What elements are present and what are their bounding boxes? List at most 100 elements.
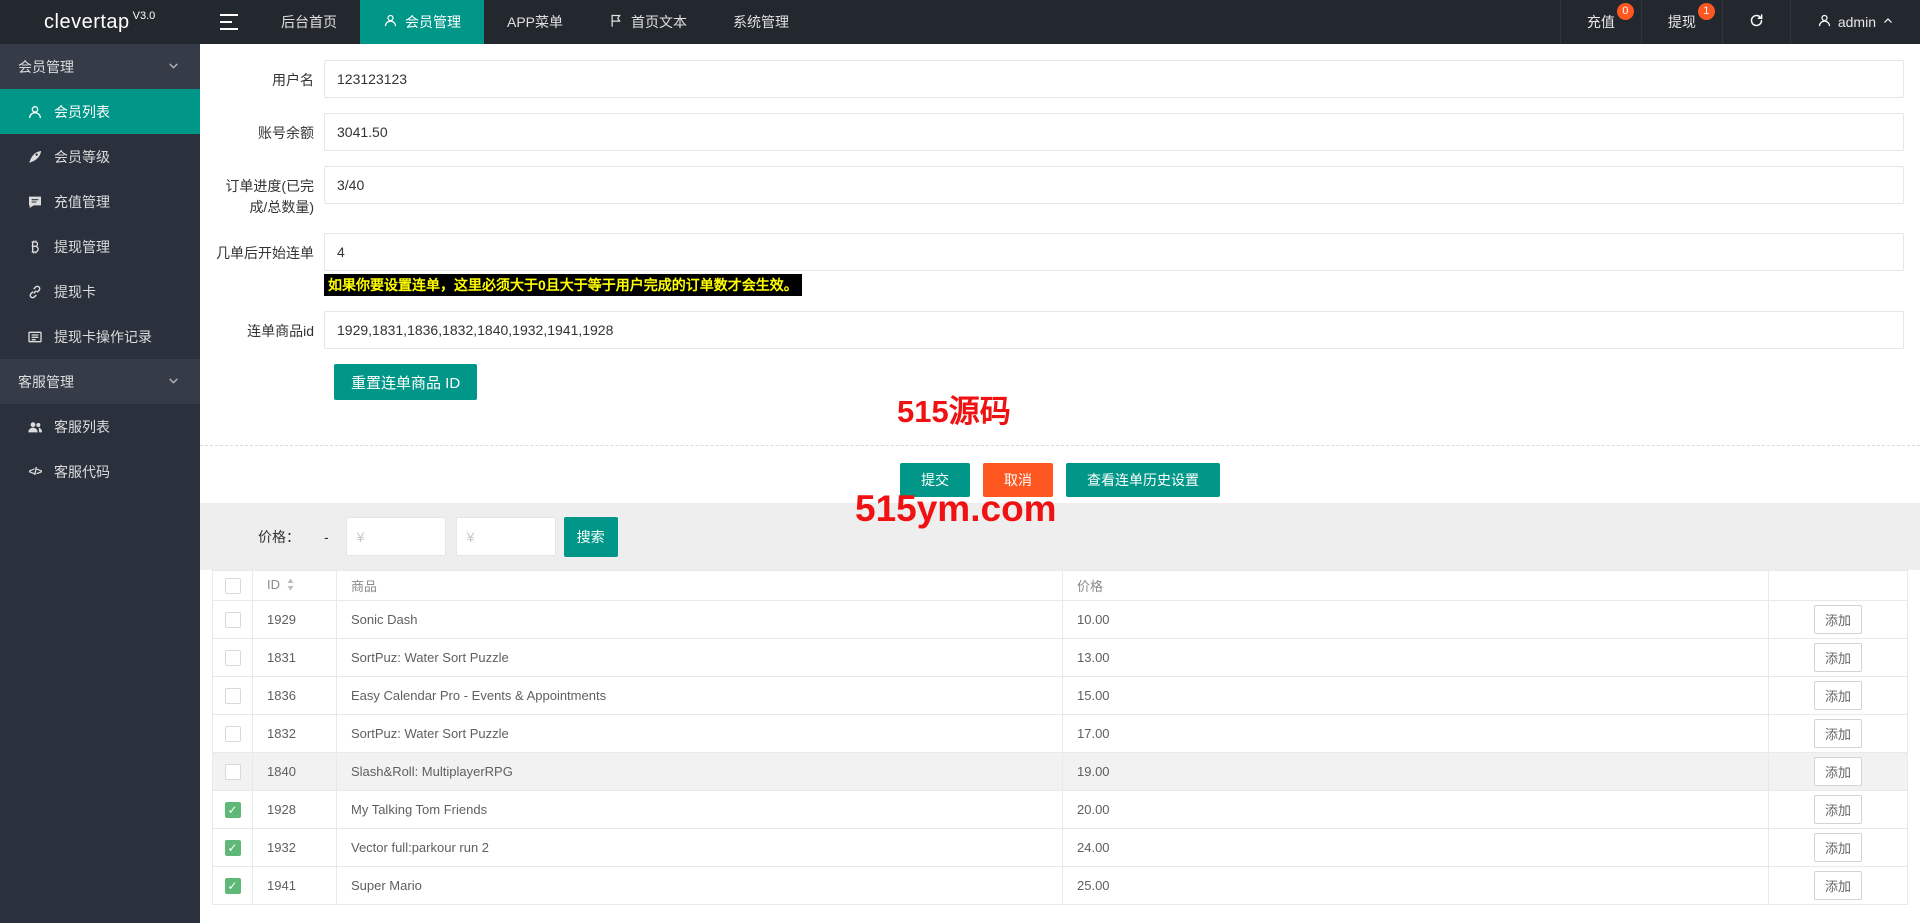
flag-icon [609, 13, 624, 31]
reset-product-ids-button[interactable]: 重置连单商品 ID [334, 364, 478, 400]
sidebar-item-2[interactable]: 会员等级 [0, 134, 200, 179]
sidebar-item-7[interactable]: 客服管理 [0, 359, 200, 404]
form-field-label: 账号余额 [258, 125, 314, 141]
user-menu[interactable]: admin [1789, 0, 1920, 44]
form-field-input[interactable] [324, 113, 1904, 151]
reset-row: 重置连单商品 ID [334, 364, 1904, 400]
link-icon [27, 284, 43, 300]
form-field-label: 用户名 [272, 72, 314, 88]
sidebar-item-5[interactable]: 提现卡 [0, 269, 200, 314]
col-header-id: ID [252, 570, 337, 601]
refresh-button[interactable] [1721, 0, 1790, 44]
nav-recharge[interactable]: 充值 0 [1559, 0, 1641, 44]
user-icon [27, 104, 43, 120]
chevron-down-icon [167, 59, 180, 75]
menu-toggle-icon[interactable] [200, 0, 258, 44]
sidebar-item-6[interactable]: 提现卡操作记录 [0, 314, 200, 359]
add-button[interactable]: 添加 [1813, 681, 1862, 710]
cell-price: 10.00 [1062, 600, 1769, 639]
col-header-action [1768, 570, 1908, 601]
cell-product: Sonic Dash [336, 600, 1063, 639]
table-row: 1932 Vector full:parkour run 2 24.00 添加 [212, 828, 1908, 867]
chevron-up-icon [1882, 14, 1894, 30]
nav-tab-1[interactable]: 会员管理 [360, 0, 484, 44]
add-button[interactable]: 添加 [1813, 833, 1862, 862]
app-logo: clevertap V3.0 [0, 0, 200, 44]
form-row: 用户名 [216, 60, 1904, 98]
add-button[interactable]: 添加 [1813, 871, 1862, 900]
goods-table: ID 商品 价格 1929 Sonic Dash 10.00 添加 1831 S… [212, 570, 1908, 905]
cell-price: 15.00 [1062, 676, 1769, 715]
logo-text: clevertap [44, 10, 130, 33]
cell-id: 1840 [252, 752, 337, 791]
recharge-badge: 0 [1616, 3, 1634, 20]
form-row: 几单后开始连单 如果你要设置连单，这里必须大于0且大于等于用户完成的订单数才会生… [216, 233, 1904, 296]
user-icon [1817, 13, 1832, 31]
table-row: 1941 Super Mario 25.00 添加 [212, 866, 1908, 905]
row-checkbox[interactable] [224, 687, 241, 704]
row-checkbox[interactable] [224, 649, 241, 666]
bitcoin-icon [27, 239, 43, 255]
row-checkbox[interactable] [224, 877, 241, 894]
nav-tab-4[interactable]: 系统管理 [710, 0, 812, 44]
cell-price: 19.00 [1062, 752, 1769, 791]
add-button[interactable]: 添加 [1813, 719, 1862, 748]
col-header-product: 商品 [336, 570, 1063, 601]
main-nav: 后台首页 会员管理 APP菜单 首页文本 系统管理 [258, 0, 812, 44]
main-content: 用户名 账号余额 订单进度(已完成/总数量) 几单后开始连单 如果你要设置连单，… [200, 44, 1920, 923]
cell-product: Slash&Roll: MultiplayerRPG [336, 752, 1063, 791]
member-edit-form: 用户名 账号余额 订单进度(已完成/总数量) 几单后开始连单 如果你要设置连单，… [200, 44, 1920, 400]
nav-recharge-label: 充值 [1586, 14, 1615, 30]
cell-price: 17.00 [1062, 714, 1769, 753]
add-button[interactable]: 添加 [1813, 757, 1862, 786]
table-row: 1831 SortPuz: Water Sort Puzzle 13.00 添加 [212, 638, 1908, 677]
search-button[interactable]: 搜索 [563, 516, 618, 557]
add-button[interactable]: 添加 [1813, 605, 1862, 634]
cell-product: Vector full:parkour run 2 [336, 828, 1063, 867]
rocket-icon [27, 149, 43, 165]
row-checkbox[interactable] [224, 725, 241, 742]
cancel-button[interactable]: 取消 [983, 463, 1053, 497]
submit-button[interactable]: 提交 [900, 463, 970, 497]
sidebar-item-0[interactable]: 会员管理 [0, 44, 200, 89]
sort-icon[interactable] [286, 577, 295, 595]
cell-product: Super Mario [336, 866, 1063, 905]
cell-id: 1932 [252, 828, 337, 867]
price-min-input[interactable] [345, 517, 446, 556]
user-icon [383, 13, 398, 31]
nav-withdraw[interactable]: 提现 1 [1640, 0, 1722, 44]
sidebar-item-4[interactable]: 提现管理 [0, 224, 200, 269]
nav-tab-2[interactable]: APP菜单 [484, 0, 586, 44]
cell-id: 1941 [252, 866, 337, 905]
row-checkbox[interactable] [224, 763, 241, 780]
add-button[interactable]: 添加 [1813, 795, 1862, 824]
nav-tab-0[interactable]: 后台首页 [258, 0, 360, 44]
price-max-input[interactable] [455, 517, 556, 556]
cell-product: Easy Calendar Pro - Events & Appointment… [336, 676, 1063, 715]
row-checkbox[interactable] [224, 801, 241, 818]
view-history-button[interactable]: 查看连单历史设置 [1066, 463, 1220, 497]
table-row: 1836 Easy Calendar Pro - Events & Appoin… [212, 676, 1908, 715]
price-filter-label: 价格： [258, 528, 300, 545]
cell-price: 25.00 [1062, 866, 1769, 905]
table-row: 1832 SortPuz: Water Sort Puzzle 17.00 添加 [212, 714, 1908, 753]
row-checkbox[interactable] [224, 839, 241, 856]
price-filter-bar: 价格： - 搜索 [200, 503, 1920, 570]
nav-tab-3[interactable]: 首页文本 [586, 0, 710, 44]
add-button[interactable]: 添加 [1813, 643, 1862, 672]
sidebar-item-9[interactable]: </> 客服代码 [0, 449, 200, 494]
cell-id: 1831 [252, 638, 337, 677]
form-field-input[interactable] [324, 166, 1904, 204]
form-row: 连单商品id [216, 311, 1904, 349]
select-all-checkbox[interactable] [224, 577, 241, 594]
sidebar-item-8[interactable]: 客服列表 [0, 404, 200, 449]
form-field-input[interactable] [324, 60, 1904, 98]
form-field-input[interactable] [324, 311, 1904, 349]
sidebar-item-3[interactable]: 充值管理 [0, 179, 200, 224]
sidebar-item-1[interactable]: 会员列表 [0, 89, 200, 134]
form-field-label: 订单进度(已完成/总数量) [225, 178, 314, 215]
form-field-input[interactable] [324, 233, 1904, 271]
form-row: 账号余额 [216, 113, 1904, 151]
cell-product: My Talking Tom Friends [336, 790, 1063, 829]
row-checkbox[interactable] [224, 611, 241, 628]
